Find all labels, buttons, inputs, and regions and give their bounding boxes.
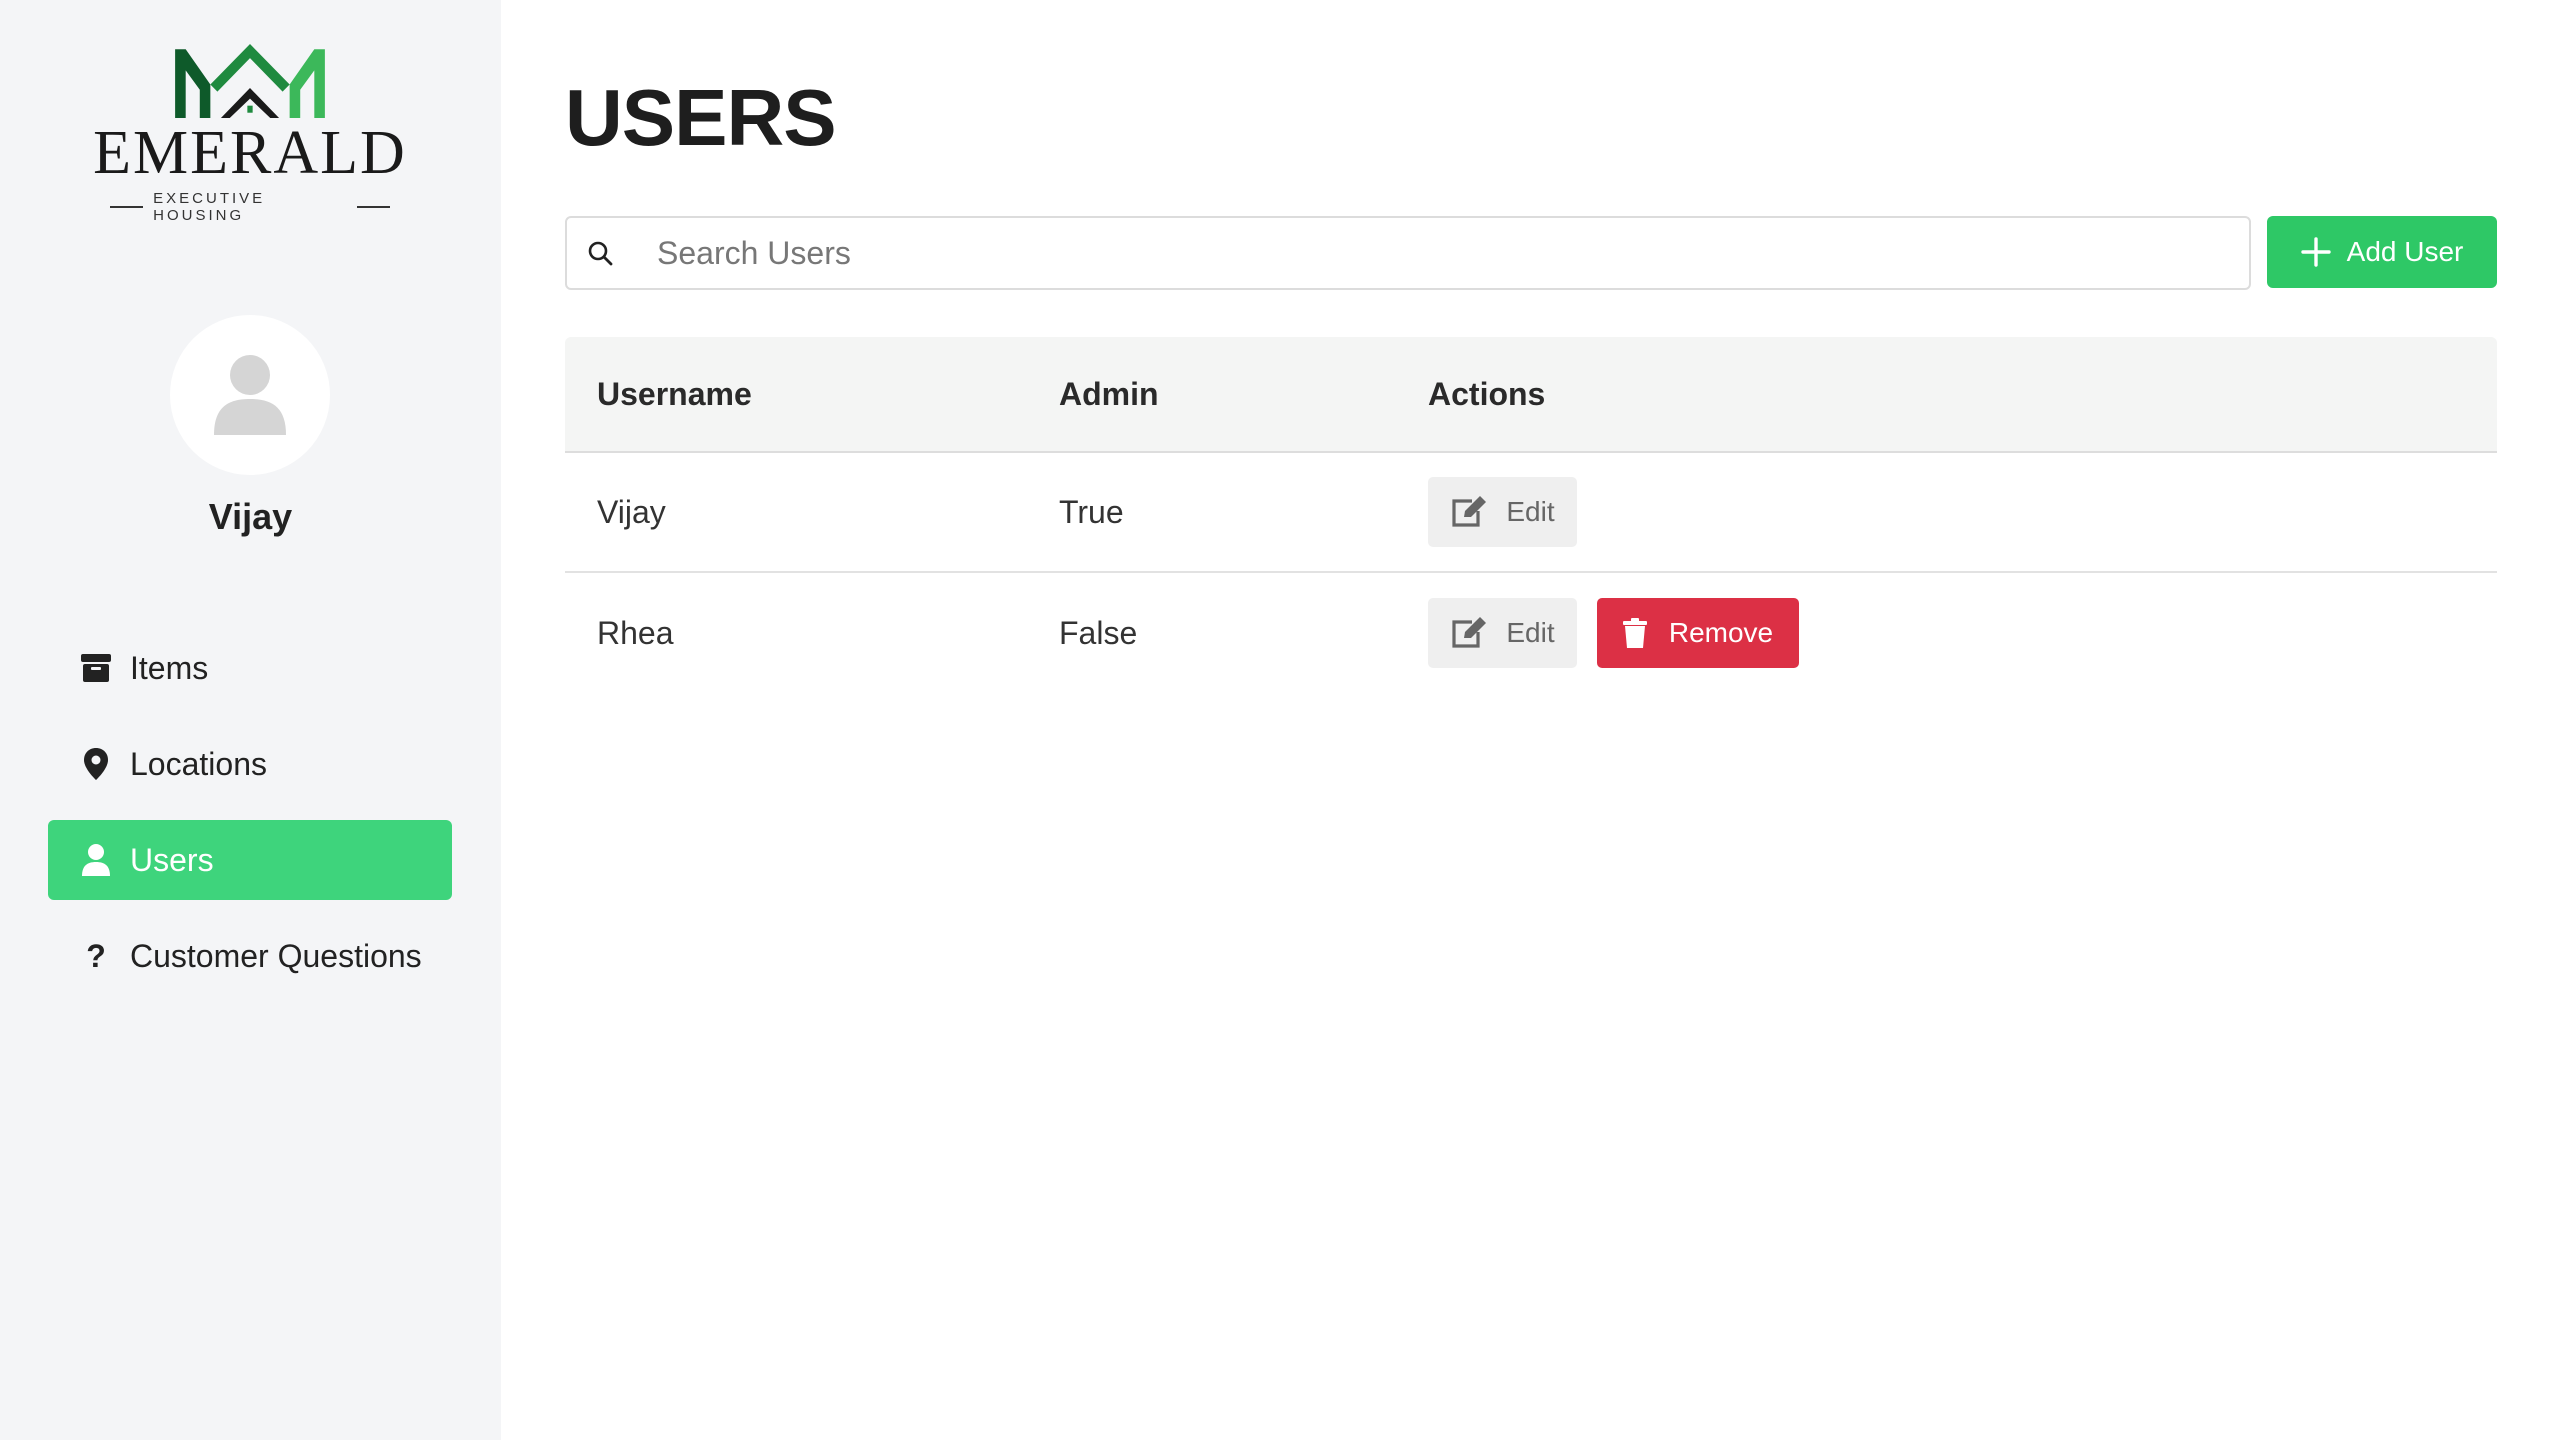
brand-name: EMERALD bbox=[93, 119, 407, 187]
edit-label: Edit bbox=[1506, 496, 1555, 527]
sidebar-item-label: Locations bbox=[130, 745, 267, 782]
cell-admin: False bbox=[1059, 614, 1138, 651]
edit-button[interactable]: Edit bbox=[1428, 477, 1577, 547]
avatar[interactable] bbox=[170, 315, 330, 475]
trash-icon bbox=[1622, 618, 1647, 648]
edit-icon bbox=[1452, 496, 1487, 527]
search-icon bbox=[587, 240, 613, 266]
remove-label: Remove bbox=[1668, 617, 1774, 648]
question-icon: ? bbox=[86, 937, 106, 974]
column-header-admin[interactable]: Admin bbox=[1059, 376, 1428, 413]
edit-button[interactable]: Edit bbox=[1428, 598, 1577, 668]
cell-username: Rhea bbox=[597, 614, 674, 651]
sidebar-item-label: Customer Questions bbox=[130, 937, 422, 974]
map-pin-icon bbox=[80, 748, 112, 780]
logo-mark-icon bbox=[175, 44, 325, 118]
brand-tagline: EXECUTIVE HOUSING bbox=[153, 190, 266, 224]
sidebar-item-items[interactable]: Items bbox=[48, 628, 452, 708]
sidebar-item-label: Items bbox=[130, 649, 209, 686]
column-header-username[interactable]: Username bbox=[565, 376, 1059, 413]
edit-icon bbox=[1452, 617, 1487, 648]
app-root: EMERALD EXECUTIVE HOUSING Vijay Items Lo… bbox=[0, 0, 2560, 1440]
brand-logo[interactable]: EMERALD EXECUTIVE HOUSING bbox=[93, 44, 405, 224]
remove-button[interactable]: Remove bbox=[1597, 598, 1799, 668]
column-header-actions: Actions bbox=[1428, 375, 1546, 412]
edit-label: Edit bbox=[1506, 617, 1555, 648]
cell-actions: Edit bbox=[1428, 477, 2497, 547]
table-row: Vijay True Edit bbox=[565, 453, 2497, 573]
profile-name: Vijay bbox=[208, 496, 293, 537]
cell-username: Vijay bbox=[597, 493, 666, 530]
table-row: Rhea False Edit Remove bbox=[565, 573, 2497, 693]
add-user-button[interactable]: Add User bbox=[2267, 216, 2497, 288]
main-content: USERS Add User Username Admin Actions bbox=[501, 0, 2560, 1440]
search-input[interactable] bbox=[657, 223, 2249, 283]
sidebar-item-label: Users bbox=[130, 841, 214, 878]
divider bbox=[356, 206, 391, 208]
users-table: Username Admin Actions Vijay True Edit R… bbox=[565, 337, 2497, 693]
table-header: Username Admin Actions bbox=[565, 337, 2497, 453]
search-bar[interactable] bbox=[565, 216, 2251, 290]
user-icon bbox=[80, 844, 112, 876]
cell-admin: True bbox=[1059, 493, 1124, 530]
sidebar-item-users[interactable]: Users bbox=[48, 820, 452, 900]
cell-actions: Edit Remove bbox=[1428, 598, 2497, 668]
user-avatar-icon bbox=[214, 355, 286, 435]
box-icon bbox=[80, 652, 112, 684]
plus-icon bbox=[2300, 237, 2331, 267]
sidebar-item-locations[interactable]: Locations bbox=[48, 724, 452, 804]
page-title: USERS bbox=[565, 73, 837, 162]
sidebar: EMERALD EXECUTIVE HOUSING Vijay Items Lo… bbox=[0, 0, 501, 1440]
divider bbox=[110, 206, 144, 208]
add-user-label: Add User bbox=[2346, 236, 2464, 267]
brand-tagline-row: EXECUTIVE HOUSING bbox=[110, 190, 391, 224]
sidebar-nav: Items Locations Users ? Customer Questio… bbox=[48, 628, 452, 1012]
sidebar-item-customer-questions[interactable]: ? Customer Questions bbox=[48, 916, 452, 996]
